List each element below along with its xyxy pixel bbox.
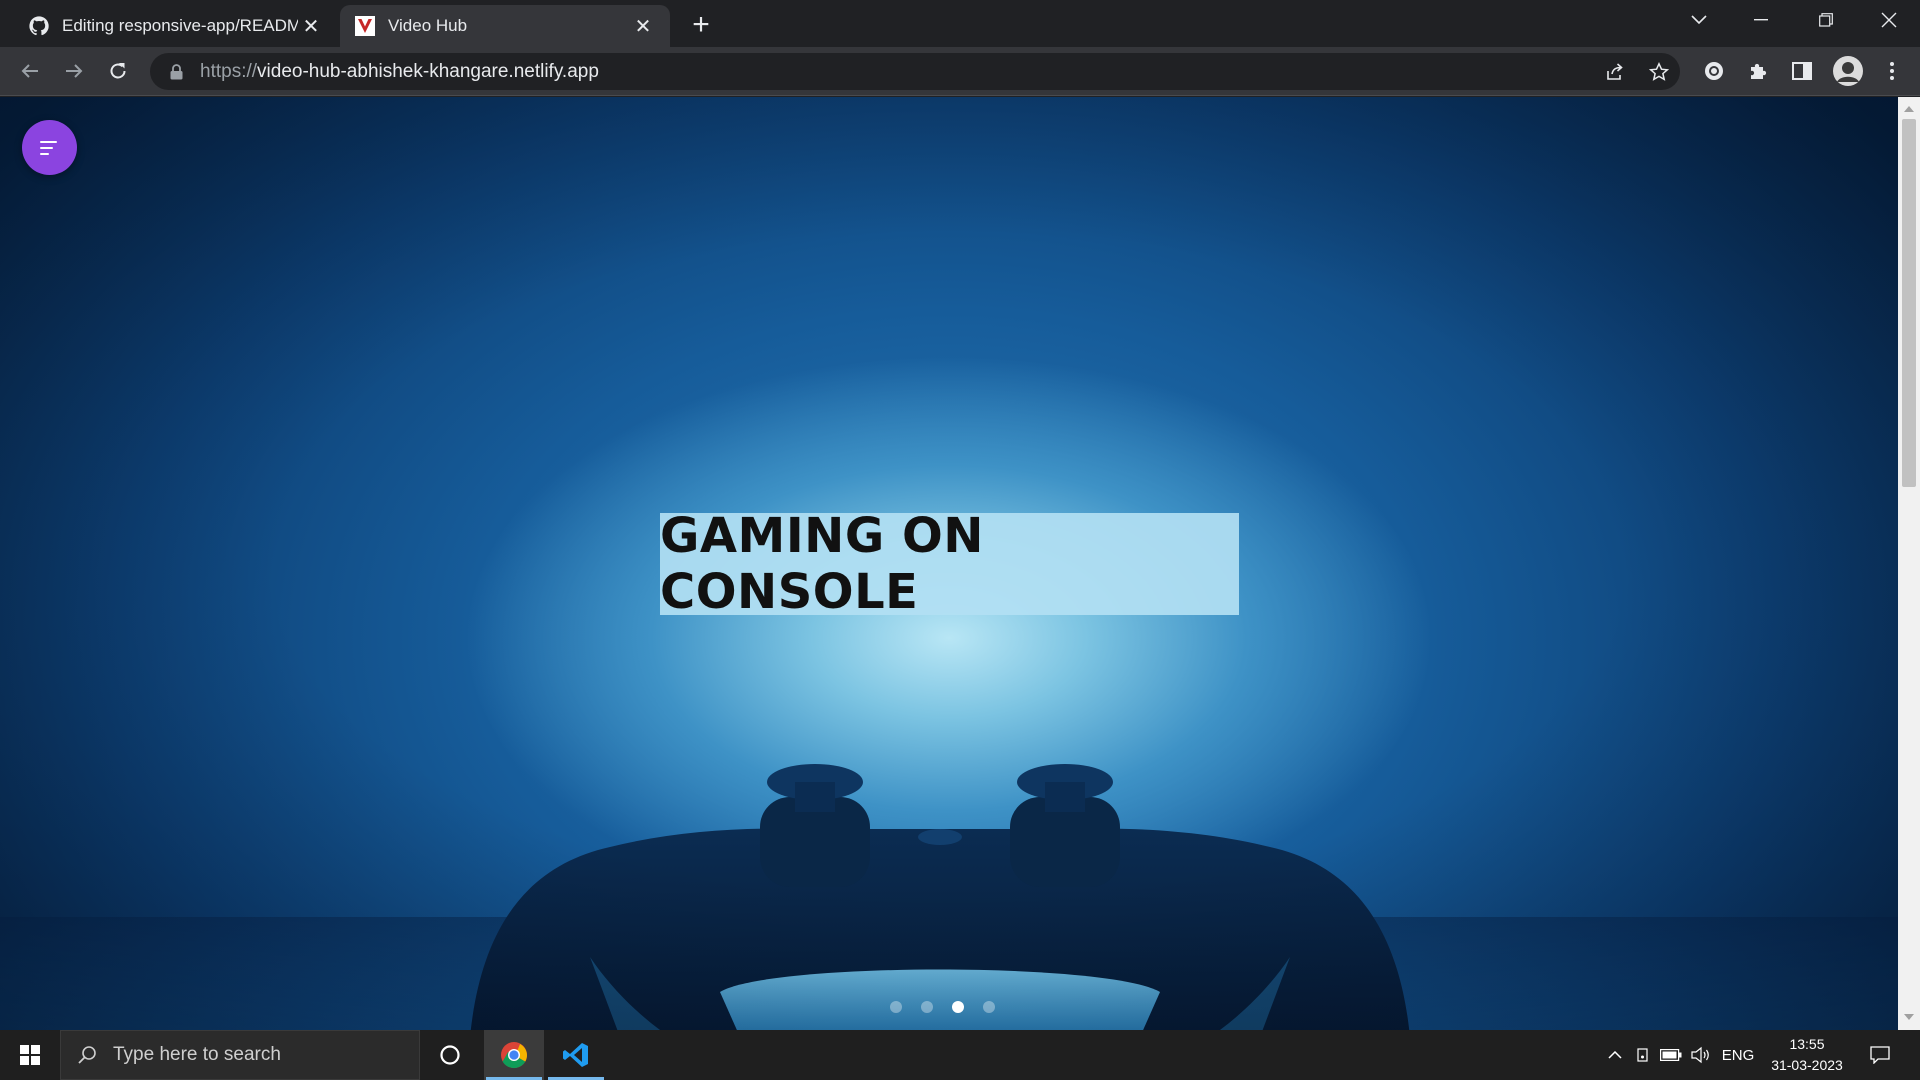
taskbar-search-box[interactable]: Type here to search <box>60 1030 420 1080</box>
share-icon[interactable] <box>1604 61 1626 83</box>
bookmark-star-icon[interactable] <box>1648 61 1670 83</box>
volume-icon[interactable] <box>1686 1030 1716 1080</box>
game-controller-image <box>470 764 1410 1030</box>
tab-video-hub[interactable]: Video Hub ✕ <box>340 5 670 47</box>
scroll-down-arrow-icon[interactable] <box>1903 1011 1915 1023</box>
search-placeholder: Type here to search <box>113 1044 281 1065</box>
forward-arrow-icon[interactable] <box>58 55 90 87</box>
vscode-icon[interactable] <box>546 1030 606 1080</box>
profile-avatar[interactable] <box>1832 55 1864 87</box>
browser-toolbar: https://video-hub-abhishek-khangare.netl… <box>0 47 1920 96</box>
menu-toggle-button[interactable] <box>22 120 77 175</box>
browser-titlebar: Editing responsive-app/README ✕ Video Hu… <box>0 0 1920 47</box>
tab-title: Editing responsive-app/README <box>62 16 298 35</box>
minimize-icon[interactable] <box>1730 0 1792 40</box>
video-hub-v-icon <box>354 15 376 37</box>
search-icon <box>75 1043 99 1067</box>
extension-circle-icon[interactable] <box>1698 55 1730 87</box>
tab-close-icon[interactable]: ✕ <box>298 13 324 39</box>
url-host: video-hub-abhishek-khangare.netlify.app <box>257 60 599 82</box>
close-window-icon[interactable] <box>1858 0 1920 40</box>
side-panel-icon[interactable] <box>1786 55 1818 87</box>
hero-carousel-slide: GAMING ON CONSOLE <box>0 97 1898 1030</box>
hero-caption-box: GAMING ON CONSOLE <box>660 508 1239 620</box>
carousel-dot[interactable] <box>921 1001 933 1013</box>
action-center-notification-icon[interactable] <box>1862 1030 1898 1080</box>
carousel-dot[interactable] <box>890 1001 902 1013</box>
taskbar-clock[interactable]: 13:55 31-03-2023 <box>1762 1034 1852 1076</box>
tab-github-readme[interactable]: Editing responsive-app/README ✕ <box>14 5 338 47</box>
back-arrow-icon[interactable] <box>14 55 46 87</box>
windows-start-icon[interactable] <box>0 1030 60 1080</box>
cortana-circle-icon[interactable] <box>420 1030 480 1080</box>
carousel-dot[interactable] <box>983 1001 995 1013</box>
url-scheme: https:// <box>200 60 258 82</box>
reload-icon[interactable] <box>102 55 134 87</box>
battery-icon[interactable] <box>1656 1030 1686 1080</box>
device-tray-icon[interactable] <box>1630 1030 1656 1080</box>
tab-title: Video Hub <box>388 16 468 35</box>
tab-search-chevron-icon[interactable] <box>1668 0 1730 40</box>
hero-caption-text: GAMING ON CONSOLE <box>660 508 984 620</box>
carousel-dot-active[interactable] <box>952 1001 964 1013</box>
scroll-thumb[interactable] <box>1902 119 1916 487</box>
clock-time: 13:55 <box>1789 1036 1825 1052</box>
scroll-up-arrow-icon[interactable] <box>1903 103 1915 115</box>
chrome-icon[interactable] <box>484 1030 544 1080</box>
windows-taskbar: Type here to search ENG 13:55 31-03-2023 <box>0 1030 1920 1080</box>
github-icon <box>28 15 50 37</box>
address-bar[interactable]: https://video-hub-abhishek-khangare.netl… <box>150 53 1680 90</box>
carousel-indicators <box>890 1001 995 1013</box>
restore-icon[interactable] <box>1795 0 1857 40</box>
clock-date: 31-03-2023 <box>1771 1057 1843 1073</box>
menu-lines-icon <box>39 140 57 155</box>
page-scrollbar[interactable] <box>1898 97 1920 1030</box>
chrome-menu-kebab-icon[interactable] <box>1876 55 1908 87</box>
extensions-puzzle-icon[interactable] <box>1742 55 1774 87</box>
new-tab-plus-icon[interactable]: + <box>684 8 718 42</box>
language-indicator[interactable]: ENG <box>1718 1030 1758 1080</box>
tab-close-icon[interactable]: ✕ <box>630 13 656 39</box>
lock-icon[interactable] <box>166 62 186 82</box>
show-hidden-icons-chevron-icon[interactable] <box>1600 1030 1630 1080</box>
